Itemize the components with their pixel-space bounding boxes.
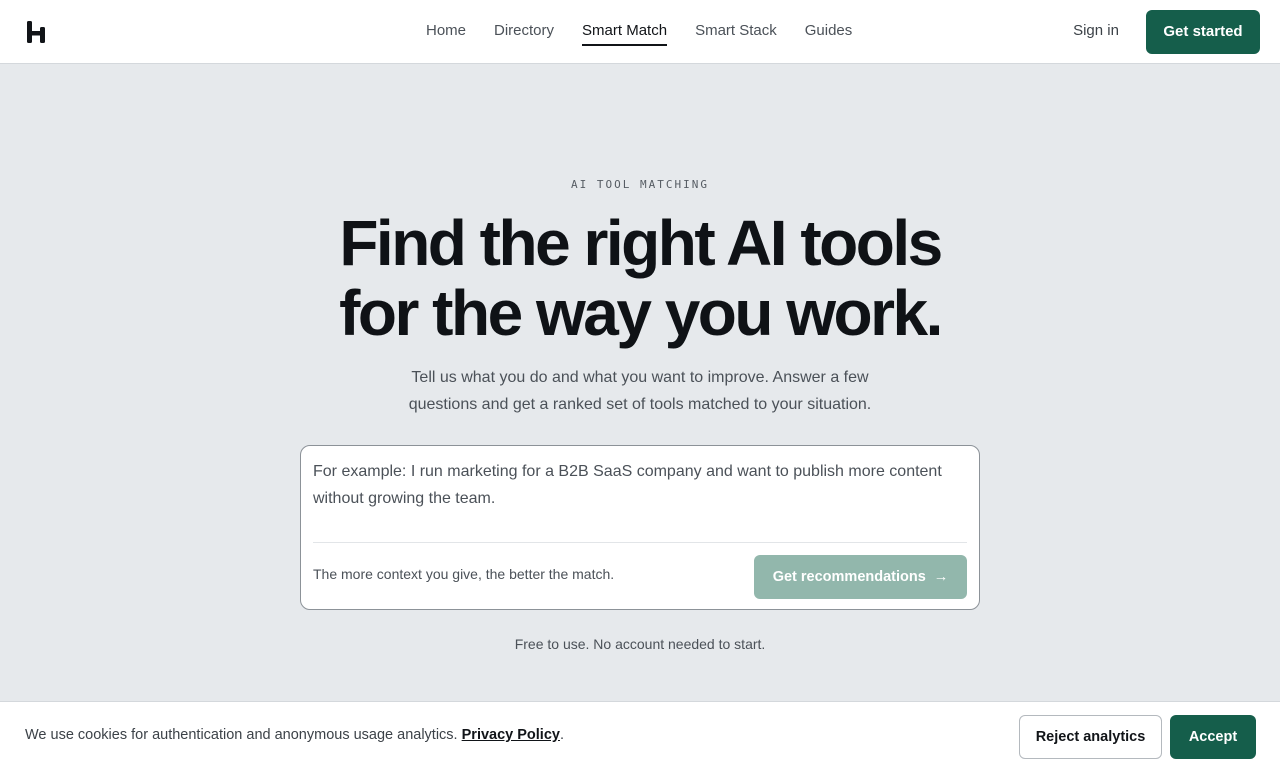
page-headline: Find the right AI tools for the way you … <box>0 208 1280 348</box>
h-logo-icon[interactable] <box>26 21 46 43</box>
card-divider <box>313 542 967 543</box>
nav-smart-match[interactable]: Smart Match <box>582 0 668 64</box>
hero-subtitle: Tell us what you do and what you want to… <box>408 369 872 413</box>
free-note: Free to use. No account needed to start. <box>514 636 766 652</box>
cookie-banner: We use cookies for authentication and an… <box>0 701 1280 770</box>
get-started-button[interactable]: Get started <box>1146 10 1260 54</box>
match-input-card: For example: I run marketing for a B2B S… <box>300 445 980 610</box>
situation-textarea[interactable]: For example: I run marketing for a B2B S… <box>313 458 969 512</box>
context-hint: The more context you give, the better th… <box>313 566 615 582</box>
get-recommendations-button[interactable]: Get recommendations → <box>754 555 967 599</box>
section-eyebrow: AI TOOL MATCHING <box>571 178 709 191</box>
sign-in-link[interactable]: Sign in <box>1062 0 1130 62</box>
cookie-text: We use cookies for authentication and an… <box>25 727 458 743</box>
top-nav-bar: Home Directory Smart Match Smart Stack G… <box>0 0 1280 64</box>
headline-line-2: for the way you work. <box>339 277 943 349</box>
reject-analytics-button[interactable]: Reject analytics <box>1019 715 1162 759</box>
arrow-right-icon: → <box>933 569 949 585</box>
main-nav: Home Directory Smart Match Smart Stack G… <box>412 0 866 64</box>
privacy-policy-link[interactable]: Privacy Policy <box>462 727 560 743</box>
nav-smart-stack[interactable]: Smart Stack <box>695 0 777 64</box>
cookie-text-suffix: . <box>559 727 564 743</box>
cookie-message: We use cookies for authentication and an… <box>25 727 564 743</box>
nav-guides[interactable]: Guides <box>805 0 853 64</box>
nav-home[interactable]: Home <box>426 0 466 64</box>
accept-cookies-button[interactable]: Accept <box>1170 715 1256 759</box>
headline-line-1: Find the right AI tools <box>339 207 943 279</box>
get-recommendations-label: Get recommendations <box>772 569 926 585</box>
nav-directory[interactable]: Directory <box>494 0 554 64</box>
